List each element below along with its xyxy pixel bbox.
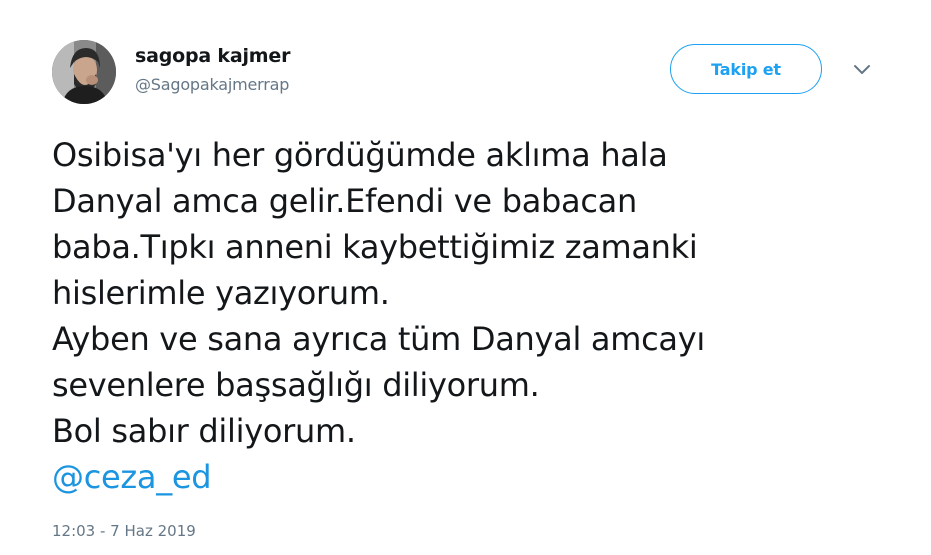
follow-button[interactable]: Takip et: [670, 44, 822, 94]
chevron-down-icon[interactable]: [850, 62, 874, 78]
tweet-line: Ayben ve sana ayrıca tüm Danyal amcayı: [52, 320, 705, 358]
tweet-card: sagopa kajmer @Sagopakajmerrap Takip et …: [0, 0, 931, 555]
tweet-line: sevenlere başsağlığı diliyorum.: [52, 366, 540, 404]
tweet-line: Danyal amca gelir.Efendi ve babacan: [52, 182, 637, 220]
tweet-line: hislerimle yazıyorum.: [52, 274, 390, 312]
tweet-line: Bol sabır diliyorum.: [52, 412, 356, 450]
tweet-line: baba.Tıpkı anneni kaybettiğimiz zamanki: [52, 228, 698, 266]
profile-photo-icon: [52, 40, 116, 104]
avatar[interactable]: [52, 40, 116, 104]
tweet-text: Osibisa'yı her gördüğümde aklıma hala Da…: [52, 132, 872, 500]
user-handle[interactable]: @Sagopakajmerrap: [135, 75, 289, 94]
mention-link[interactable]: @ceza_ed: [52, 454, 872, 500]
tweet-line: Osibisa'yı her gördüğümde aklıma hala: [52, 136, 668, 174]
tweet-timestamp[interactable]: 12:03 - 7 Haz 2019: [52, 522, 196, 540]
display-name[interactable]: sagopa kajmer: [135, 45, 290, 67]
